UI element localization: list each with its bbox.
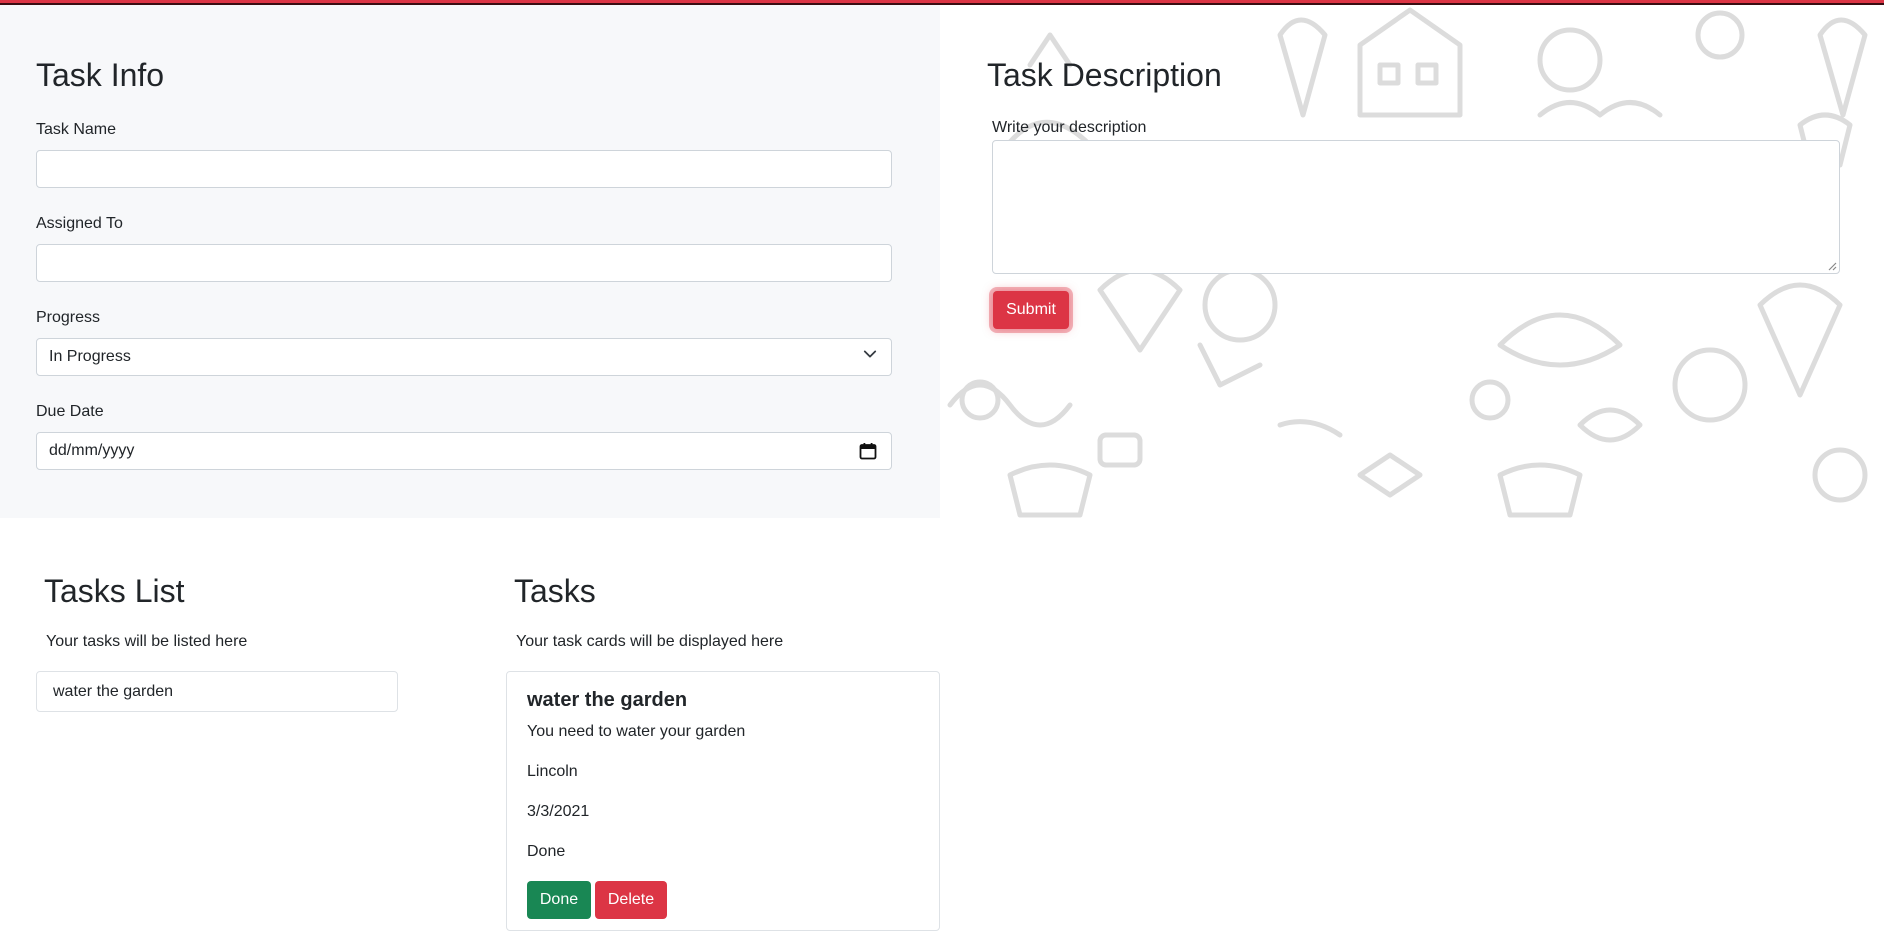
assigned-to-input[interactable]: [36, 244, 892, 282]
submit-button[interactable]: Submit: [993, 291, 1069, 329]
due-date-label: Due Date: [36, 403, 104, 420]
tasks-list-title: Tasks List: [44, 573, 185, 609]
chevron-down-icon: [863, 350, 877, 358]
card-assignee: Lincoln: [527, 763, 578, 780]
tasks-list-subtitle: Your tasks will be listed here: [46, 633, 248, 650]
tasks-subtitle: Your task cards will be displayed here: [516, 633, 784, 650]
card-status: Done: [527, 843, 566, 860]
resize-grip-icon[interactable]: [1827, 261, 1837, 271]
tasks-title: Tasks: [514, 573, 596, 609]
assigned-to-label: Assigned To: [36, 215, 123, 232]
task-name-label: Task Name: [36, 121, 117, 138]
task-info-panel: Task Info Task Name Assigned To Progress…: [0, 5, 940, 518]
progress-selected-value: In Progress: [49, 348, 131, 365]
due-date-input[interactable]: dd/mm/yyyy: [36, 432, 892, 470]
calendar-icon[interactable]: [859, 442, 877, 460]
card-due-date: 3/3/2021: [527, 803, 590, 820]
description-label: Write your description: [992, 119, 1147, 136]
card-description: You need to water your garden: [527, 723, 746, 740]
card-title: water the garden: [527, 689, 688, 711]
list-item[interactable]: water the garden: [36, 671, 398, 712]
task-description-panel: Task Description Write your description …: [940, 5, 1884, 518]
task-info-title: Task Info: [36, 57, 165, 93]
progress-select[interactable]: In Progress: [36, 338, 892, 376]
done-button[interactable]: Done: [527, 881, 591, 919]
task-card: water the garden You need to water your …: [506, 671, 940, 931]
task-description-title: Task Description: [987, 57, 1222, 93]
progress-label: Progress: [36, 309, 101, 326]
task-name-input[interactable]: [36, 150, 892, 188]
delete-button[interactable]: Delete: [595, 881, 667, 919]
description-textarea[interactable]: [992, 140, 1840, 274]
due-date-placeholder: dd/mm/yyyy: [49, 442, 135, 459]
